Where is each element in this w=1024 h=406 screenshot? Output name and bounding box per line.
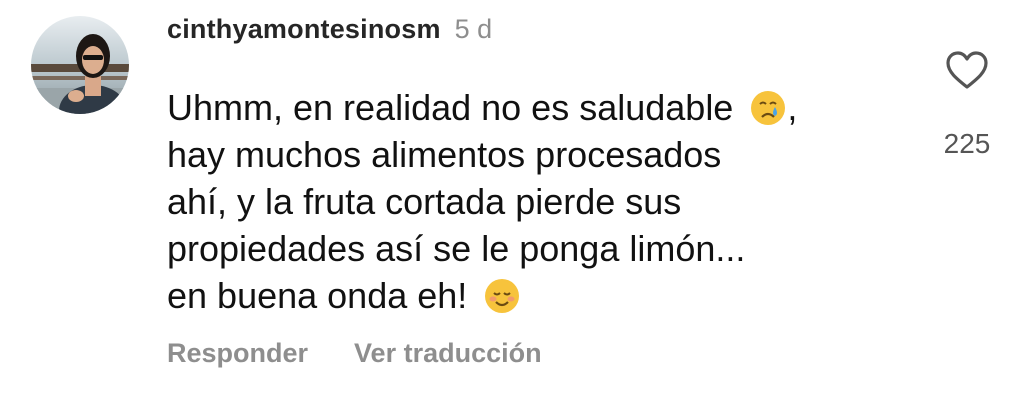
comment-body: cinthyamontesinosm 5 d Uhmm, en realidad… — [167, 14, 907, 319]
comment-actions: Responder Ver traducción — [167, 338, 542, 369]
comment-line-1-text: Uhmm, en realidad no es saludable — [167, 87, 734, 128]
comment-meta: cinthyamontesinosm 5 d — [167, 14, 907, 54]
comment-line-5-text: en buena onda eh! — [167, 275, 468, 316]
comment-text: Uhmm, en realidad no es saludable , hay … — [167, 84, 907, 319]
comment-line-5: en buena onda eh! — [167, 272, 907, 319]
like-count: 225 — [943, 128, 991, 159]
avatar[interactable] — [31, 16, 129, 114]
comment: cinthyamontesinosm 5 d Uhmm, en realidad… — [0, 0, 1024, 406]
comment-line-4: propiedades así se le ponga limón... — [167, 228, 746, 269]
reply-button[interactable]: Responder — [167, 338, 308, 369]
like-area: 225 — [936, 50, 998, 160]
heart-outline-icon[interactable] — [936, 50, 998, 95]
comment-line-2: hay muchos alimentos procesados — [167, 134, 722, 175]
comment-line-1: Uhmm, en realidad no es saludable , — [167, 84, 907, 131]
smiling-face-emoji-icon — [483, 277, 521, 315]
username[interactable]: cinthyamontesinosm — [167, 14, 441, 45]
see-translation-button[interactable]: Ver traducción — [354, 338, 542, 369]
crying-face-emoji-icon — [749, 89, 787, 127]
comment-line-1-suffix: , — [787, 87, 798, 128]
comment-time: 5 d — [454, 14, 493, 44]
comment-line-3: ahí, y la fruta cortada pierde sus — [167, 181, 682, 222]
